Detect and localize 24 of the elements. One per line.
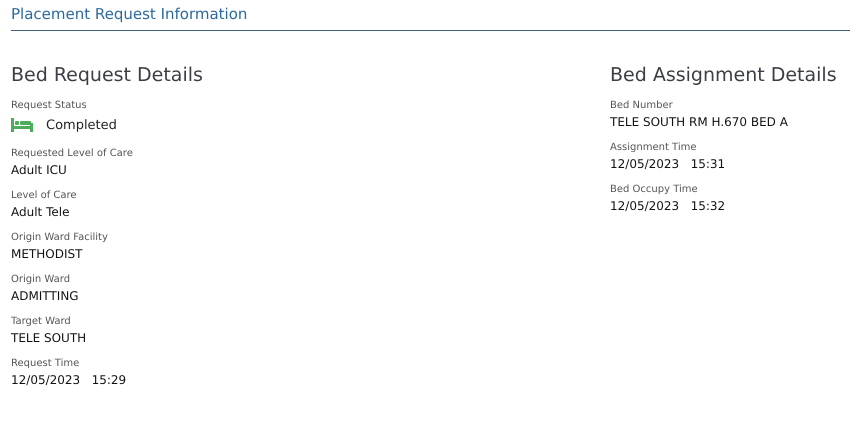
field-label: Target Ward bbox=[11, 315, 72, 329]
field-label: Request Time bbox=[11, 357, 80, 371]
field-value: Adult ICU bbox=[11, 162, 68, 179]
field-value: METHODIST bbox=[11, 246, 84, 263]
field-value: ADMITTING bbox=[11, 288, 80, 305]
field-label: Assignment Time bbox=[610, 141, 698, 155]
page-title: Placement Request Information bbox=[11, 5, 248, 23]
field-value: Adult Tele bbox=[11, 204, 70, 221]
field-value: TELE SOUTH bbox=[11, 330, 88, 347]
field-value: 12/05/2023 15:32 bbox=[610, 198, 726, 215]
bed-icon bbox=[11, 118, 33, 132]
field-label: Origin Ward Facility bbox=[11, 231, 109, 245]
field-label: Level of Care bbox=[11, 189, 78, 203]
field-value: TELE SOUTH RM H.670 BED A bbox=[610, 114, 789, 131]
status-text: Completed bbox=[46, 118, 117, 132]
field-label: Origin Ward bbox=[11, 273, 72, 287]
field-label: Bed Occupy Time bbox=[610, 183, 699, 197]
field-value: 12/05/2023 15:31 bbox=[610, 156, 726, 173]
field-value: 12/05/2023 15:29 bbox=[11, 372, 128, 389]
section-title: Bed Assignment Details bbox=[610, 64, 838, 86]
section-title: Bed Request Details bbox=[11, 64, 204, 86]
field-label: Bed Number bbox=[610, 99, 674, 113]
field-label: Request Status bbox=[11, 99, 88, 113]
field-label: Requested Level of Care bbox=[11, 147, 134, 161]
